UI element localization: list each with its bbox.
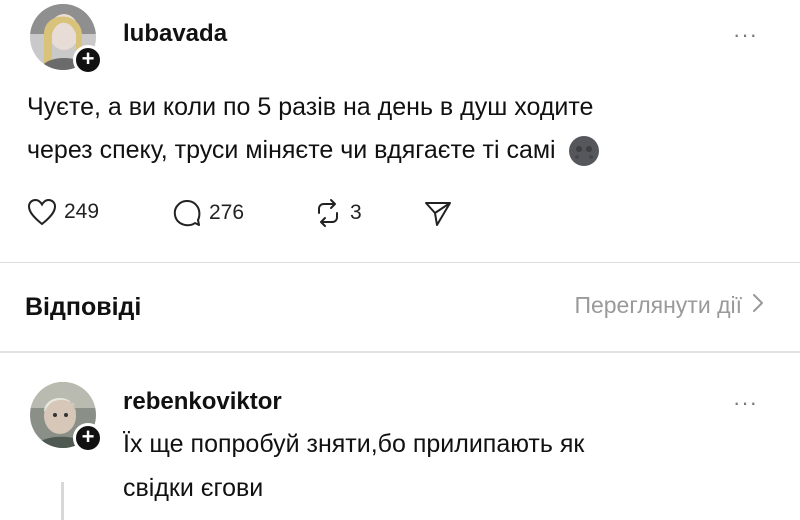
heart-icon xyxy=(27,198,57,226)
reply-author-username[interactable]: rebenkoviktor xyxy=(123,388,282,416)
like-button[interactable]: 249 xyxy=(27,198,99,226)
post-author-username[interactable]: lubavada xyxy=(123,20,227,48)
moon-emoji-icon xyxy=(568,135,600,167)
share-icon xyxy=(425,202,451,226)
repost-button[interactable]: 3 xyxy=(313,198,362,228)
view-actions-link[interactable]: Переглянути дії xyxy=(574,292,764,319)
repost-count: 3 xyxy=(350,201,362,224)
post-divider xyxy=(0,262,800,263)
post-more-options-button[interactable]: ··· xyxy=(733,24,758,46)
replies-divider xyxy=(0,351,800,353)
replies-heading: Відповіді xyxy=(25,293,142,321)
comment-icon xyxy=(173,200,201,227)
comment-count: 276 xyxy=(209,201,245,224)
view-actions-label: Переглянути дії xyxy=(574,292,742,318)
post-text-line-2-content: через спеку, труси міняєте чи вдягаєте т… xyxy=(27,136,556,164)
comment-button[interactable]: 276 xyxy=(172,198,244,228)
follow-reply-author-button[interactable]: + xyxy=(73,423,103,453)
repost-icon xyxy=(318,199,338,227)
post-text-line-1: Чуєте, а ви коли по 5 разів на день в ду… xyxy=(27,93,594,121)
reply-more-options-button[interactable]: ··· xyxy=(733,392,758,414)
share-button[interactable] xyxy=(423,200,453,228)
chevron-right-icon xyxy=(752,293,764,318)
reply-text-line-1: Їх ще попробуй зняти,бо прилипають як xyxy=(123,430,585,458)
like-count: 249 xyxy=(64,200,100,223)
post-text-line-2: через спеку, труси міняєте чи вдягаєте т… xyxy=(27,129,600,172)
thread-connector-line xyxy=(61,482,64,520)
reply-text-line-2: свідки єгови xyxy=(123,474,264,502)
follow-author-button[interactable]: + xyxy=(73,45,103,75)
